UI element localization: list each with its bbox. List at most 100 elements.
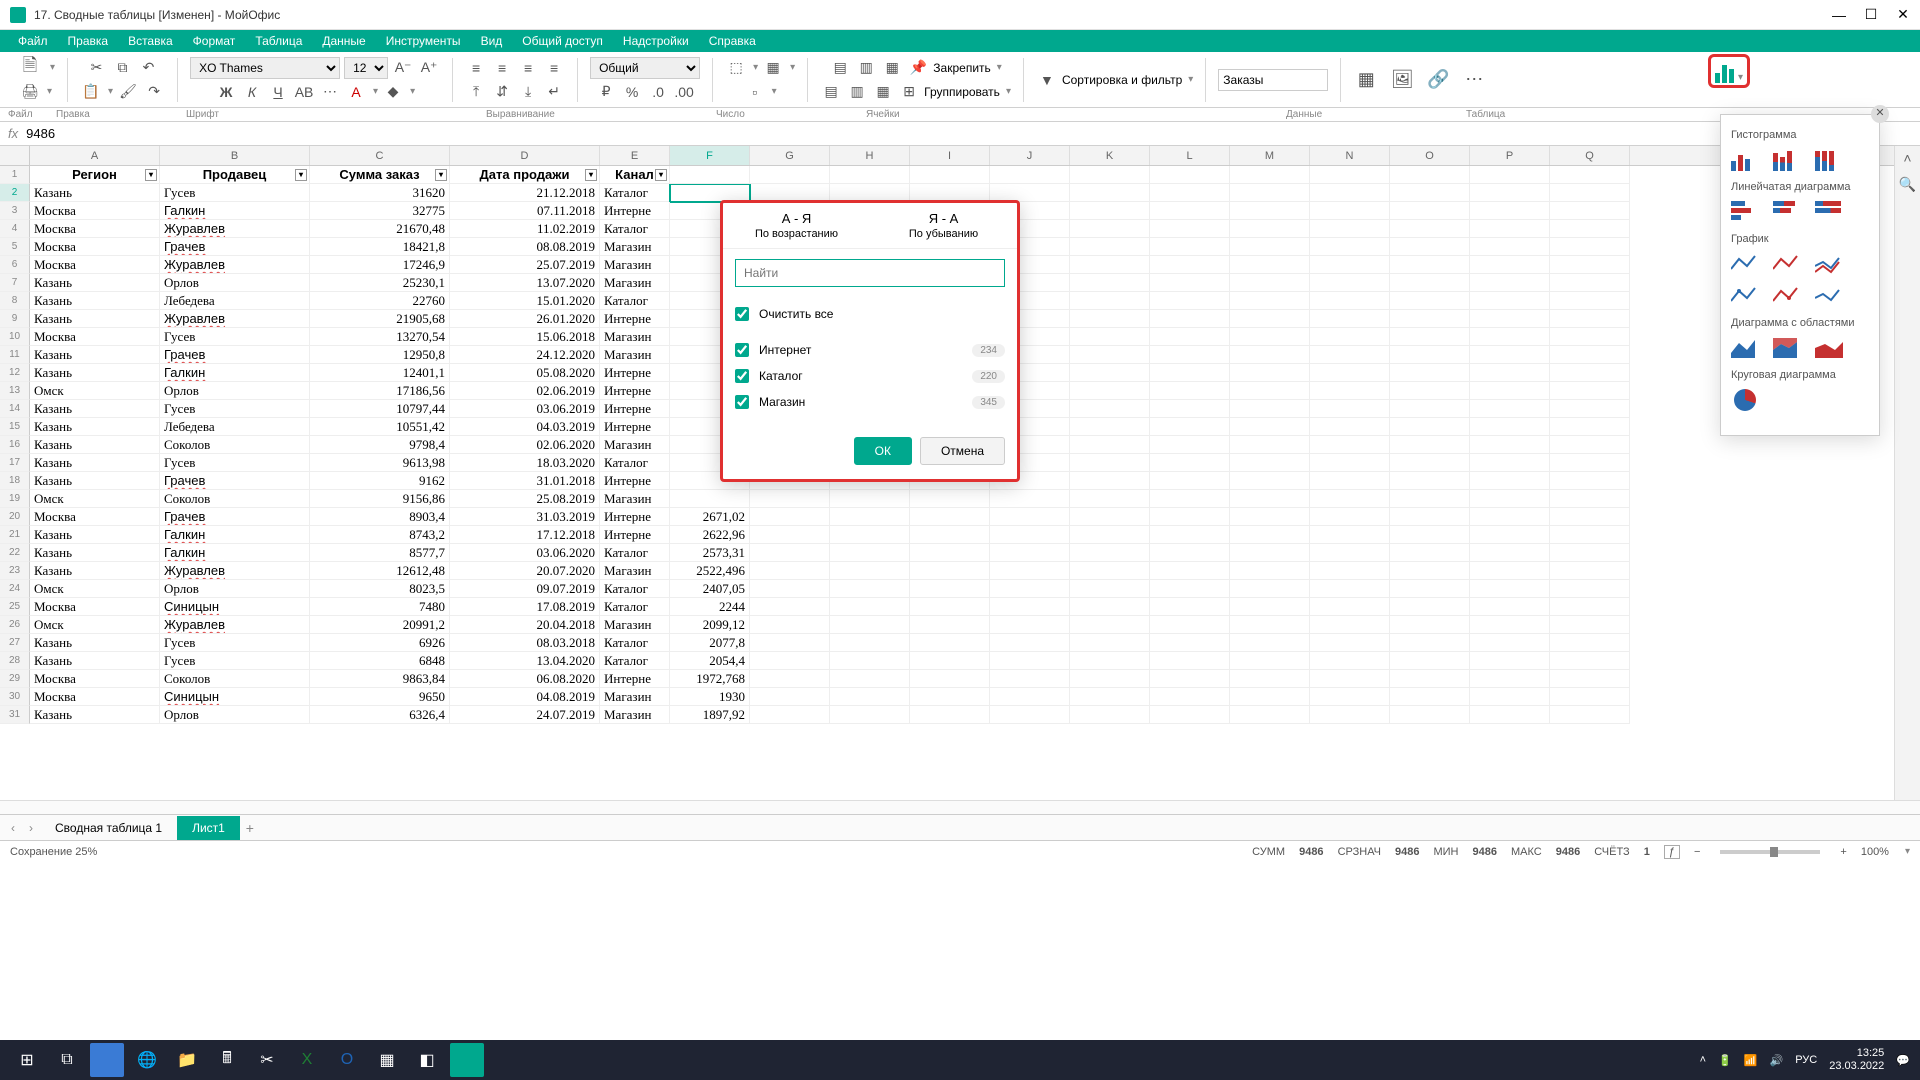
percent-button[interactable]: % [621, 81, 643, 103]
cell-f[interactable]: 2099,12 [670, 616, 750, 634]
cell-date[interactable]: 02.06.2020 [450, 436, 600, 454]
hdr-date[interactable]: Дата продажи▾ [450, 166, 600, 184]
cell-sum[interactable]: 31620 [310, 184, 450, 202]
cell-sum[interactable]: 6326,4 [310, 706, 450, 724]
cell-sum[interactable]: 13270,54 [310, 328, 450, 346]
filter-dropdown-date[interactable]: ▾ [585, 169, 597, 181]
cell-f[interactable]: 2622,96 [670, 526, 750, 544]
cell-date[interactable]: 05.08.2020 [450, 364, 600, 382]
cell-channel[interactable]: Магазин [600, 562, 670, 580]
cell-sum[interactable]: 8577,7 [310, 544, 450, 562]
cell-region[interactable]: Казань [30, 544, 160, 562]
cell-region[interactable]: Казань [30, 400, 160, 418]
chart-line-4[interactable] [1815, 285, 1843, 307]
minimize-button[interactable]: — [1832, 8, 1846, 22]
cell-channel[interactable]: Каталог [600, 454, 670, 472]
align-left-button[interactable]: ≡ [465, 57, 487, 79]
cell-sum[interactable]: 9650 [310, 688, 450, 706]
col-K[interactable]: K [1070, 146, 1150, 165]
valign-mid-button[interactable]: ⇵ [491, 81, 513, 103]
cell-region[interactable]: Москва [30, 688, 160, 706]
cell-channel[interactable]: Интерне [600, 508, 670, 526]
close-button[interactable]: ✕ [1896, 8, 1910, 22]
paste-button[interactable]: 📋 [80, 81, 102, 103]
cell-f[interactable] [670, 490, 750, 508]
cell-region[interactable]: Москва [30, 598, 160, 616]
cell-region[interactable]: Москва [30, 328, 160, 346]
cell-channel[interactable]: Каталог [600, 292, 670, 310]
inc-decimal-button[interactable]: .00 [673, 81, 695, 103]
cell-channel[interactable]: Магазин [600, 490, 670, 508]
chart-bar-stacked[interactable] [1773, 201, 1801, 223]
menu-file[interactable]: Файл [8, 34, 58, 48]
col-J[interactable]: J [990, 146, 1070, 165]
insert-col-button[interactable]: ▥ [855, 57, 877, 79]
valign-top-button[interactable]: ⤒ [465, 81, 487, 103]
bold-button[interactable]: Ж [215, 81, 237, 103]
cell-f[interactable]: 2054,4 [670, 652, 750, 670]
image-button[interactable]: 🖼 [1389, 67, 1415, 93]
cell-date[interactable]: 08.03.2018 [450, 634, 600, 652]
cell-date[interactable]: 31.03.2019 [450, 508, 600, 526]
font-size-select[interactable]: 12 [344, 57, 388, 79]
cell-seller[interactable]: Лебедева [160, 292, 310, 310]
chart-panel-close[interactable]: ✕ [1871, 105, 1889, 123]
cell-date[interactable]: 26.01.2020 [450, 310, 600, 328]
cell-date[interactable]: 04.03.2019 [450, 418, 600, 436]
cell-f[interactable]: 1930 [670, 688, 750, 706]
cell-region[interactable]: Москва [30, 238, 160, 256]
cell-channel[interactable]: Интерне [600, 472, 670, 490]
fx-toggle[interactable]: ƒ [1664, 845, 1680, 859]
cell-seller[interactable]: Галкин [160, 544, 310, 562]
col-G[interactable]: G [750, 146, 830, 165]
cell-date[interactable]: 06.08.2020 [450, 670, 600, 688]
cell-region[interactable]: Казань [30, 418, 160, 436]
cell-region[interactable]: Омск [30, 580, 160, 598]
clear-all-checkbox[interactable] [735, 307, 749, 321]
taskbar-snip[interactable]: ✂ [250, 1043, 284, 1077]
cell-channel[interactable]: Каталог [600, 220, 670, 238]
cell-region[interactable]: Казань [30, 634, 160, 652]
cell-seller[interactable]: Грачев [160, 238, 310, 256]
filter-clear-all[interactable]: Очистить все [735, 301, 1005, 327]
cell-sum[interactable]: 12401,1 [310, 364, 450, 382]
wrap-text-button[interactable]: ↵ [543, 81, 565, 103]
format-painter-button[interactable]: 🖌 [117, 81, 139, 103]
tab-pivot[interactable]: Сводная таблица 1 [40, 816, 177, 840]
cell-seller[interactable]: Галкин [160, 364, 310, 382]
cell-sum[interactable]: 10797,44 [310, 400, 450, 418]
cell-seller[interactable]: Журавлев [160, 310, 310, 328]
cell-seller[interactable]: Орлов [160, 274, 310, 292]
maximize-button[interactable]: ☐ [1864, 8, 1878, 22]
cell-seller[interactable]: Синицын [160, 688, 310, 706]
col-F[interactable]: F [670, 146, 750, 165]
cell-sum[interactable]: 6848 [310, 652, 450, 670]
cell-channel[interactable]: Каталог [600, 634, 670, 652]
cell-date[interactable]: 09.07.2019 [450, 580, 600, 598]
taskbar-calc[interactable]: 🖩 [210, 1043, 244, 1077]
cell-seller[interactable]: Галкин [160, 526, 310, 544]
cell-region[interactable]: Москва [30, 670, 160, 688]
cell-seller[interactable]: Гусев [160, 400, 310, 418]
cell-channel[interactable]: Каталог [600, 598, 670, 616]
cell-seller[interactable]: Орлов [160, 706, 310, 724]
taskbar-excel[interactable]: X [290, 1043, 324, 1077]
cell-date[interactable]: 24.07.2019 [450, 706, 600, 724]
cell-sum[interactable]: 9156,86 [310, 490, 450, 508]
cell-sum[interactable]: 12612,48 [310, 562, 450, 580]
print-button[interactable]: 🖨 [19, 81, 41, 103]
menu-share[interactable]: Общий доступ [512, 34, 613, 48]
cell-region[interactable]: Казань [30, 310, 160, 328]
currency-button[interactable]: ₽ [595, 81, 617, 103]
copy-button[interactable]: ⧉ [112, 57, 134, 79]
cell-seller[interactable]: Лебедева [160, 418, 310, 436]
col-E[interactable]: E [600, 146, 670, 165]
table-name-input[interactable] [1218, 69, 1328, 91]
cell-seller[interactable]: Гусев [160, 184, 310, 202]
cell-seller[interactable]: Синицын [160, 598, 310, 616]
col-A[interactable]: A [30, 146, 160, 165]
formula-value[interactable]: 9486 [26, 126, 55, 141]
checkbox-shop[interactable] [735, 395, 749, 409]
cell-f[interactable]: 1972,768 [670, 670, 750, 688]
filter-item-shop[interactable]: Магазин 345 [735, 389, 1005, 415]
